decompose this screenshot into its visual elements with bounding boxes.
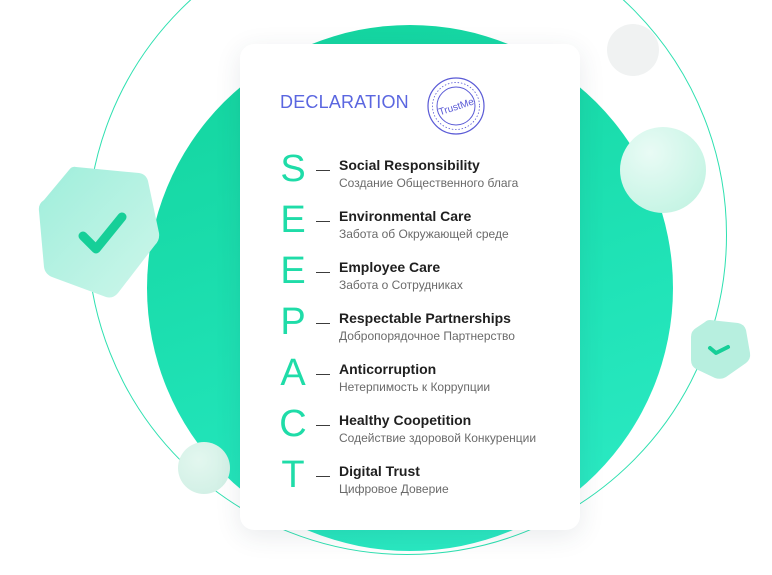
item-subtitle: Создание Общественного блага: [339, 176, 519, 190]
item-title: Healthy Coopetition: [339, 412, 472, 428]
shield-check-icon: [38, 166, 160, 298]
declaration-card: DECLARATION TrustMe S Social Responsibil…: [240, 44, 580, 530]
item-title: Digital Trust: [339, 463, 420, 479]
dash: [316, 170, 330, 172]
item-subtitle: Добропорядочное Партнерство: [339, 329, 515, 343]
item-title: Environmental Care: [339, 208, 472, 224]
grey-ball: [607, 24, 659, 76]
dash: [316, 476, 330, 478]
hexagon-check-icon: [691, 320, 751, 379]
dash: [316, 272, 330, 274]
item-letter: E: [280, 250, 306, 292]
item-letter: S: [280, 148, 306, 190]
stamp-text: TrustMe: [437, 96, 475, 118]
item-letter: A: [280, 352, 306, 394]
mint-ball: [620, 127, 706, 213]
item-title: Anticorruption: [339, 361, 437, 377]
item-letter: P: [280, 301, 306, 343]
item-title: Respectable Partnerships: [339, 310, 511, 326]
dash: [316, 374, 330, 376]
declaration-illustration: DECLARATION TrustMe S Social Responsibil…: [0, 0, 772, 575]
trustme-stamp-icon: TrustMe: [427, 77, 485, 135]
item-letter: T: [281, 454, 305, 496]
card-title: DECLARATION: [280, 92, 409, 112]
item-subtitle: Содействие здоровой Конкуренции: [339, 431, 537, 445]
dash: [316, 323, 330, 325]
item-subtitle: Нетерпимость к Коррупции: [339, 380, 491, 394]
item-letter: C: [279, 403, 307, 445]
item-subtitle: Цифровое Доверие: [339, 482, 449, 496]
item-title: Social Responsibility: [339, 157, 480, 173]
item-subtitle: Забота об Окружающей среде: [339, 227, 509, 241]
item-subtitle: Забота о Сотрудниках: [339, 278, 463, 292]
dash: [316, 221, 330, 223]
dash: [316, 425, 330, 427]
mint-ball-small: [178, 442, 230, 494]
item-letter: E: [280, 199, 306, 241]
item-title: Employee Care: [339, 259, 441, 275]
